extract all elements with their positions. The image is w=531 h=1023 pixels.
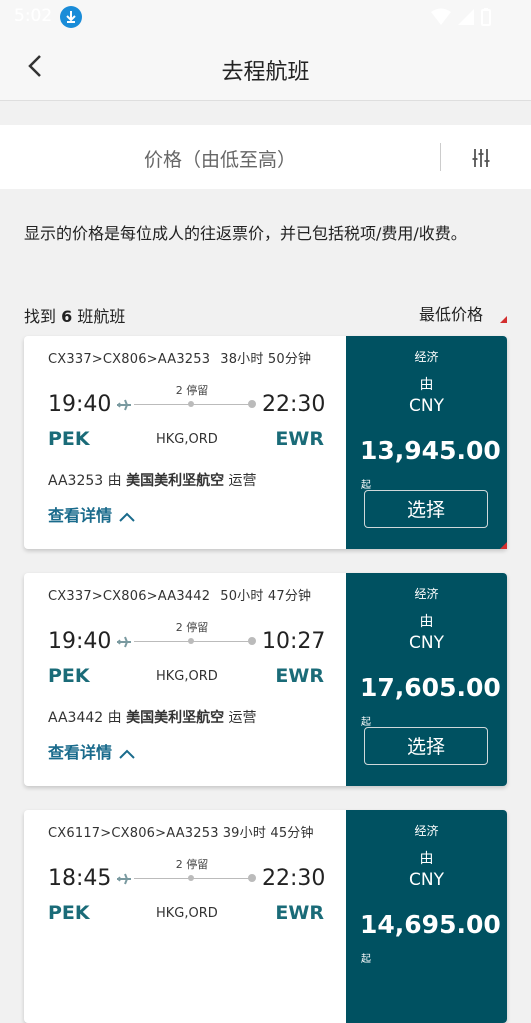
destination-airport: EWR — [275, 902, 324, 924]
fare-panel: 经济 由 CNY 13,945.00起 选择 — [346, 336, 507, 549]
status-time: 5:02 — [14, 6, 53, 26]
fare-price: 14,695.00起 — [360, 910, 501, 965]
card-corner-mark — [500, 542, 507, 549]
cabin-class: 经济 — [414, 350, 439, 364]
wifi-icon — [431, 8, 451, 25]
sort-corner-mark — [500, 316, 507, 323]
origin-airport: PEK — [48, 428, 90, 450]
flight-info: CX337>CX806>AA3442 50小时 47分钟 19:40 2 停留 1… — [24, 573, 360, 786]
currency: CNY — [409, 870, 444, 890]
destination-airport: EWR — [275, 665, 324, 687]
route-line — [134, 641, 254, 642]
time-row: 19:40 2 停留 22:30 +1 — [48, 380, 360, 422]
sort-dropdown[interactable]: 价格（由低至高） — [0, 145, 440, 172]
operated-by: AA3442 由 美国美利坚航空 运营 — [48, 710, 257, 726]
battery-icon — [481, 8, 491, 26]
status-bar: 5:02 — [0, 0, 531, 34]
arrival-time: 10:27 — [262, 629, 326, 654]
arrival-time: 22:30 — [262, 866, 326, 891]
view-details-link[interactable]: 查看详情 — [48, 739, 136, 763]
fare-price: 13,945.00起 — [360, 436, 501, 491]
app-bar: 去程航班 — [0, 34, 531, 101]
fare-panel: 经济 由 CNY 14,695.00起 — [346, 810, 507, 1023]
download-icon — [60, 6, 82, 28]
chevron-up-icon — [119, 749, 135, 759]
route-line — [134, 404, 254, 405]
route-label: CX337>CX806>AA3442 50小时 47分钟 — [48, 589, 312, 604]
airports-row: PEK HKG,ORD EWR — [48, 428, 324, 452]
stop-dot — [188, 875, 194, 881]
fare-panel: 经济 由 CNY 17,605.00起 选择 — [346, 573, 507, 786]
stop-dot — [188, 638, 194, 644]
flight-info: CX337>CX806>AA3253 38小时 50分钟 19:40 2 停留 2… — [24, 336, 360, 549]
price-from-label: 由 — [419, 851, 434, 867]
flight-card[interactable]: CX6117>CX806>AA3253 39小时 45分钟 18:45 2 停留 … — [24, 810, 507, 1023]
operated-by: AA3253 由 美国美利坚航空 运营 — [48, 473, 257, 489]
departure-time: 18:45 — [48, 866, 112, 891]
results-count: 找到 6 班航班 — [24, 307, 126, 326]
signal-icon — [458, 9, 474, 25]
sort-bar: 价格（由低至高） — [0, 125, 531, 189]
flight-card[interactable]: CX337>CX806>AA3253 38小时 50分钟 19:40 2 停留 2… — [24, 336, 507, 549]
sliders-icon — [472, 149, 490, 167]
stop-dot — [188, 401, 194, 407]
price-from-label: 由 — [419, 377, 434, 393]
route-label: CX6117>CX806>AA3253 39小时 45分钟 — [48, 826, 314, 841]
plane-icon — [117, 873, 131, 885]
arrival-dot — [248, 874, 256, 882]
price-from-label: 由 — [419, 614, 434, 630]
currency: CNY — [409, 396, 444, 416]
flight-card[interactable]: CX337>CX806>AA3442 50小时 47分钟 19:40 2 停留 1… — [24, 573, 507, 786]
status-icons — [431, 8, 491, 26]
fare-price: 17,605.00起 — [360, 673, 501, 728]
select-button[interactable]: 选择 — [364, 490, 488, 528]
arrival-time: 22:30 — [262, 392, 326, 417]
cabin-class: 经济 — [414, 587, 439, 601]
time-row: 19:40 2 停留 10:27 +2 — [48, 617, 360, 659]
sort-divider — [440, 143, 441, 171]
filter-button[interactable] — [464, 141, 498, 175]
origin-airport: PEK — [48, 902, 90, 924]
lowest-price-sort[interactable]: 最低价格 — [419, 301, 483, 325]
departure-time: 19:40 — [48, 392, 112, 417]
stops-label: 2 停留 — [175, 384, 209, 397]
via-airports: HKG,ORD — [156, 669, 218, 684]
stops-label: 2 停留 — [175, 621, 209, 634]
view-details-link[interactable]: 查看详情 — [48, 502, 136, 526]
destination-airport: EWR — [275, 428, 324, 450]
flight-info: CX6117>CX806>AA3253 39小时 45分钟 18:45 2 停留 … — [24, 810, 360, 1023]
route-label: CX337>CX806>AA3253 38小时 50分钟 — [48, 352, 312, 367]
airports-row: PEK HKG,ORD EWR — [48, 665, 324, 689]
flight-duration: 39小时 45分钟 — [222, 826, 314, 841]
select-button[interactable]: 选择 — [364, 727, 488, 765]
route-line — [134, 878, 254, 879]
via-airports: HKG,ORD — [156, 432, 218, 447]
currency: CNY — [409, 633, 444, 653]
airports-row: PEK HKG,ORD EWR — [48, 902, 324, 926]
stops-label: 2 停留 — [175, 858, 209, 871]
time-row: 18:45 2 停留 22:30 +1 — [48, 854, 360, 896]
flight-duration: 50小时 47分钟 — [220, 589, 312, 604]
price-notice: 显示的价格是每位成人的往返票价，并已包括税项/费用/收费。 — [24, 224, 467, 243]
arrival-dot — [248, 637, 256, 645]
cabin-class: 经济 — [414, 824, 439, 838]
plane-icon — [117, 636, 131, 648]
page-title: 去程航班 — [221, 60, 310, 85]
departure-time: 19:40 — [48, 629, 112, 654]
origin-airport: PEK — [48, 665, 90, 687]
flight-duration: 38小时 50分钟 — [220, 352, 312, 367]
chevron-up-icon — [119, 512, 135, 522]
plane-icon — [117, 399, 131, 411]
arrival-dot — [248, 400, 256, 408]
via-airports: HKG,ORD — [156, 906, 218, 921]
